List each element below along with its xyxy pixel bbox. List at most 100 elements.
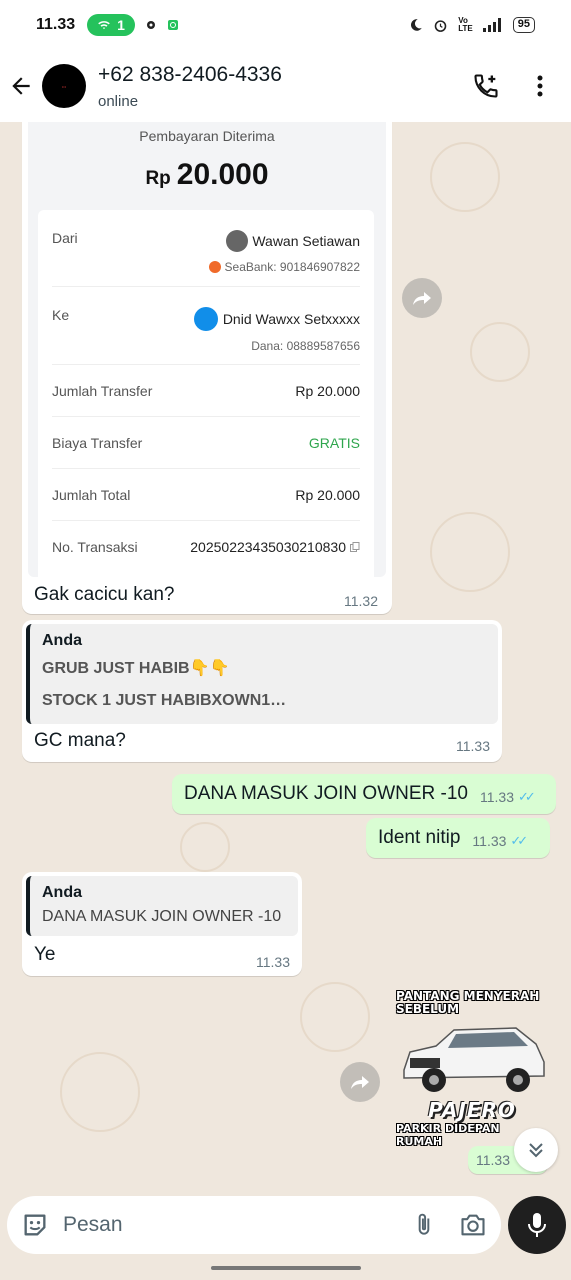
receipt-row-total: Jumlah Total Rp 20.000 bbox=[52, 469, 360, 521]
sticker-brand: PAJERO bbox=[428, 1098, 516, 1122]
home-indicator[interactable] bbox=[211, 1266, 361, 1270]
incoming-reply-message[interactable]: Anda GRUB JUST HABIB👇👇 STOCK 1 JUST HABI… bbox=[22, 620, 502, 762]
add-call-button[interactable] bbox=[471, 71, 501, 101]
hotspot-pill: 1 bbox=[87, 14, 135, 36]
read-ticks-icon: ✓✓ bbox=[510, 833, 528, 848]
outgoing-message[interactable]: DANA MASUK JOIN OWNER -10 11.33 ✓✓ bbox=[172, 774, 556, 814]
forward-button[interactable] bbox=[340, 1062, 380, 1102]
dana-logo-icon bbox=[193, 307, 218, 331]
receipt-amount: Rp 20.000 bbox=[28, 158, 386, 192]
forward-icon bbox=[413, 292, 431, 305]
voice-record-button[interactable] bbox=[508, 1196, 566, 1254]
transfer-label: Jumlah Transfer bbox=[52, 382, 153, 399]
volte-icon: Vo LTE bbox=[458, 16, 473, 33]
message-text: DANA MASUK JOIN OWNER -10 bbox=[184, 783, 468, 804]
quoted-message[interactable]: Anda DANA MASUK JOIN OWNER -10 bbox=[26, 876, 298, 936]
mic-icon bbox=[528, 1213, 546, 1237]
incoming-image-message[interactable]: Pembayaran Diterima Rp 20.000 Dari Wawan … bbox=[22, 122, 392, 614]
fee-value: GRATIS bbox=[308, 434, 360, 451]
moon-icon bbox=[411, 19, 423, 31]
quote-line-1: GRUB JUST HABIB👇👇 bbox=[42, 660, 230, 677]
wallpaper-doodle bbox=[430, 512, 510, 592]
add-call-icon bbox=[474, 74, 498, 98]
receipt-row-transaction: No. Transaksi 20250223435030210830 bbox=[52, 521, 360, 573]
battery-indicator: 95 bbox=[512, 17, 535, 33]
more-vert-icon bbox=[537, 75, 543, 97]
transaction-label: No. Transaksi bbox=[52, 539, 138, 555]
receipt-details-card: Dari Wawan Setiawan SeaBank: 90184690782… bbox=[38, 210, 374, 577]
settings-gear-icon bbox=[146, 21, 155, 29]
receipt-row-transfer: Jumlah Transfer Rp 20.000 bbox=[52, 365, 360, 417]
message-input-box[interactable]: Pesan bbox=[7, 1196, 501, 1254]
attach-icon[interactable] bbox=[411, 1212, 437, 1238]
message-text: Gak cacicu kan? bbox=[34, 584, 175, 605]
message-time: 11.33 bbox=[476, 1152, 510, 1168]
receipt-row-to: Ke Dnid Wawxx Setxxxxx Dana: 08889587656 bbox=[52, 287, 360, 365]
quote-line-2: STOCK 1 JUST HABIBXOWN1… bbox=[42, 692, 287, 709]
outgoing-message[interactable]: Ident nitip 11.33 ✓✓ bbox=[366, 818, 550, 858]
total-value: Rp 20.000 bbox=[295, 486, 360, 503]
wallpaper-doodle bbox=[430, 142, 500, 212]
message-time: 11.33 bbox=[456, 738, 490, 754]
message-text: GC mana? bbox=[34, 730, 126, 751]
message-input-placeholder[interactable]: Pesan bbox=[63, 1213, 411, 1237]
message-time: 11.33 bbox=[480, 789, 514, 805]
read-ticks-icon: ✓✓ bbox=[518, 789, 536, 804]
back-arrow-icon[interactable] bbox=[8, 73, 34, 99]
sticker-message[interactable]: PANTANG MENYERAH SEBELUM PAJERO PARKIR D… bbox=[396, 990, 548, 1148]
receipt-currency: Rp bbox=[145, 168, 171, 189]
contact-name: +62 838-2406-4336 bbox=[98, 62, 282, 86]
more-options-button[interactable] bbox=[525, 71, 555, 101]
seabank-logo-icon bbox=[208, 261, 221, 273]
message-time: 11.32 bbox=[344, 593, 378, 609]
sender-avatar-icon bbox=[226, 230, 249, 252]
camera-icon[interactable] bbox=[459, 1211, 487, 1239]
car-icon bbox=[403, 1027, 545, 1092]
quote-author: Anda bbox=[42, 632, 82, 649]
quote-text: DANA MASUK JOIN OWNER -10 bbox=[42, 908, 282, 925]
hotspot-count: 1 bbox=[117, 17, 125, 33]
fee-label: Biaya Transfer bbox=[52, 434, 143, 451]
wifi-icon bbox=[98, 21, 110, 30]
double-chevron-down-icon bbox=[529, 1143, 543, 1158]
contact-info[interactable]: +62 838-2406-4336 online bbox=[98, 63, 447, 110]
to-label: Ke bbox=[52, 307, 70, 323]
transaction-value: 20250223435030210830 bbox=[190, 539, 346, 555]
receipt-row-fee: Biaya Transfer GRATIS bbox=[52, 417, 360, 469]
from-label: Dari bbox=[52, 230, 78, 246]
contact-avatar[interactable]: ••• bbox=[42, 64, 86, 108]
sticker-top-text: PANTANG MENYERAH SEBELUM bbox=[396, 989, 540, 1016]
message-time: 11.33 bbox=[256, 954, 290, 970]
chat-area[interactable]: Pembayaran Diterima Rp 20.000 Dari Wawan … bbox=[0, 122, 571, 1196]
status-time: 11.33 bbox=[36, 16, 76, 33]
wallpaper-doodle bbox=[180, 822, 230, 872]
recipient-account: Dana: 08889587656 bbox=[251, 339, 360, 353]
signal-icon bbox=[482, 18, 501, 32]
quoted-message[interactable]: Anda GRUB JUST HABIB👇👇 STOCK 1 JUST HABI… bbox=[26, 624, 498, 724]
incoming-reply-message[interactable]: Anda DANA MASUK JOIN OWNER -10 Ye 11.33 bbox=[22, 872, 302, 976]
payment-receipt-image[interactable]: Pembayaran Diterima Rp 20.000 Dari Wawan … bbox=[28, 122, 386, 577]
forward-icon bbox=[351, 1076, 369, 1089]
sticker-icon[interactable] bbox=[21, 1211, 49, 1239]
status-bar: 11.33 1 Vo LTE 95 bbox=[0, 0, 571, 50]
composer-bar: Pesan bbox=[0, 1196, 571, 1280]
contact-status: online bbox=[98, 92, 139, 110]
recipient-name: Dnid Wawxx Setxxxxx bbox=[222, 311, 360, 327]
message-text: Ye bbox=[34, 944, 56, 965]
receipt-amount-value: 20.000 bbox=[176, 158, 269, 191]
wallpaper-doodle bbox=[300, 982, 370, 1052]
receipt-row-from: Dari Wawan Setiawan SeaBank: 90184690782… bbox=[52, 210, 360, 287]
forward-button[interactable] bbox=[402, 278, 442, 318]
scroll-to-bottom-button[interactable] bbox=[514, 1128, 558, 1172]
receipt-title: Pembayaran Diterima bbox=[139, 128, 275, 144]
alarm-icon bbox=[434, 19, 447, 32]
sender-name: Wawan Setiawan bbox=[252, 233, 360, 249]
wallpaper-doodle bbox=[60, 1052, 140, 1132]
sender-account: SeaBank: 901846907822 bbox=[224, 260, 360, 274]
app-notification-icon bbox=[167, 20, 178, 30]
message-time: 11.33 bbox=[472, 833, 507, 849]
quote-author: Anda bbox=[42, 884, 82, 901]
chat-header: ••• +62 838-2406-4336 online bbox=[0, 50, 571, 122]
wallpaper-doodle bbox=[470, 322, 530, 382]
message-text: Ident nitip bbox=[378, 827, 461, 848]
